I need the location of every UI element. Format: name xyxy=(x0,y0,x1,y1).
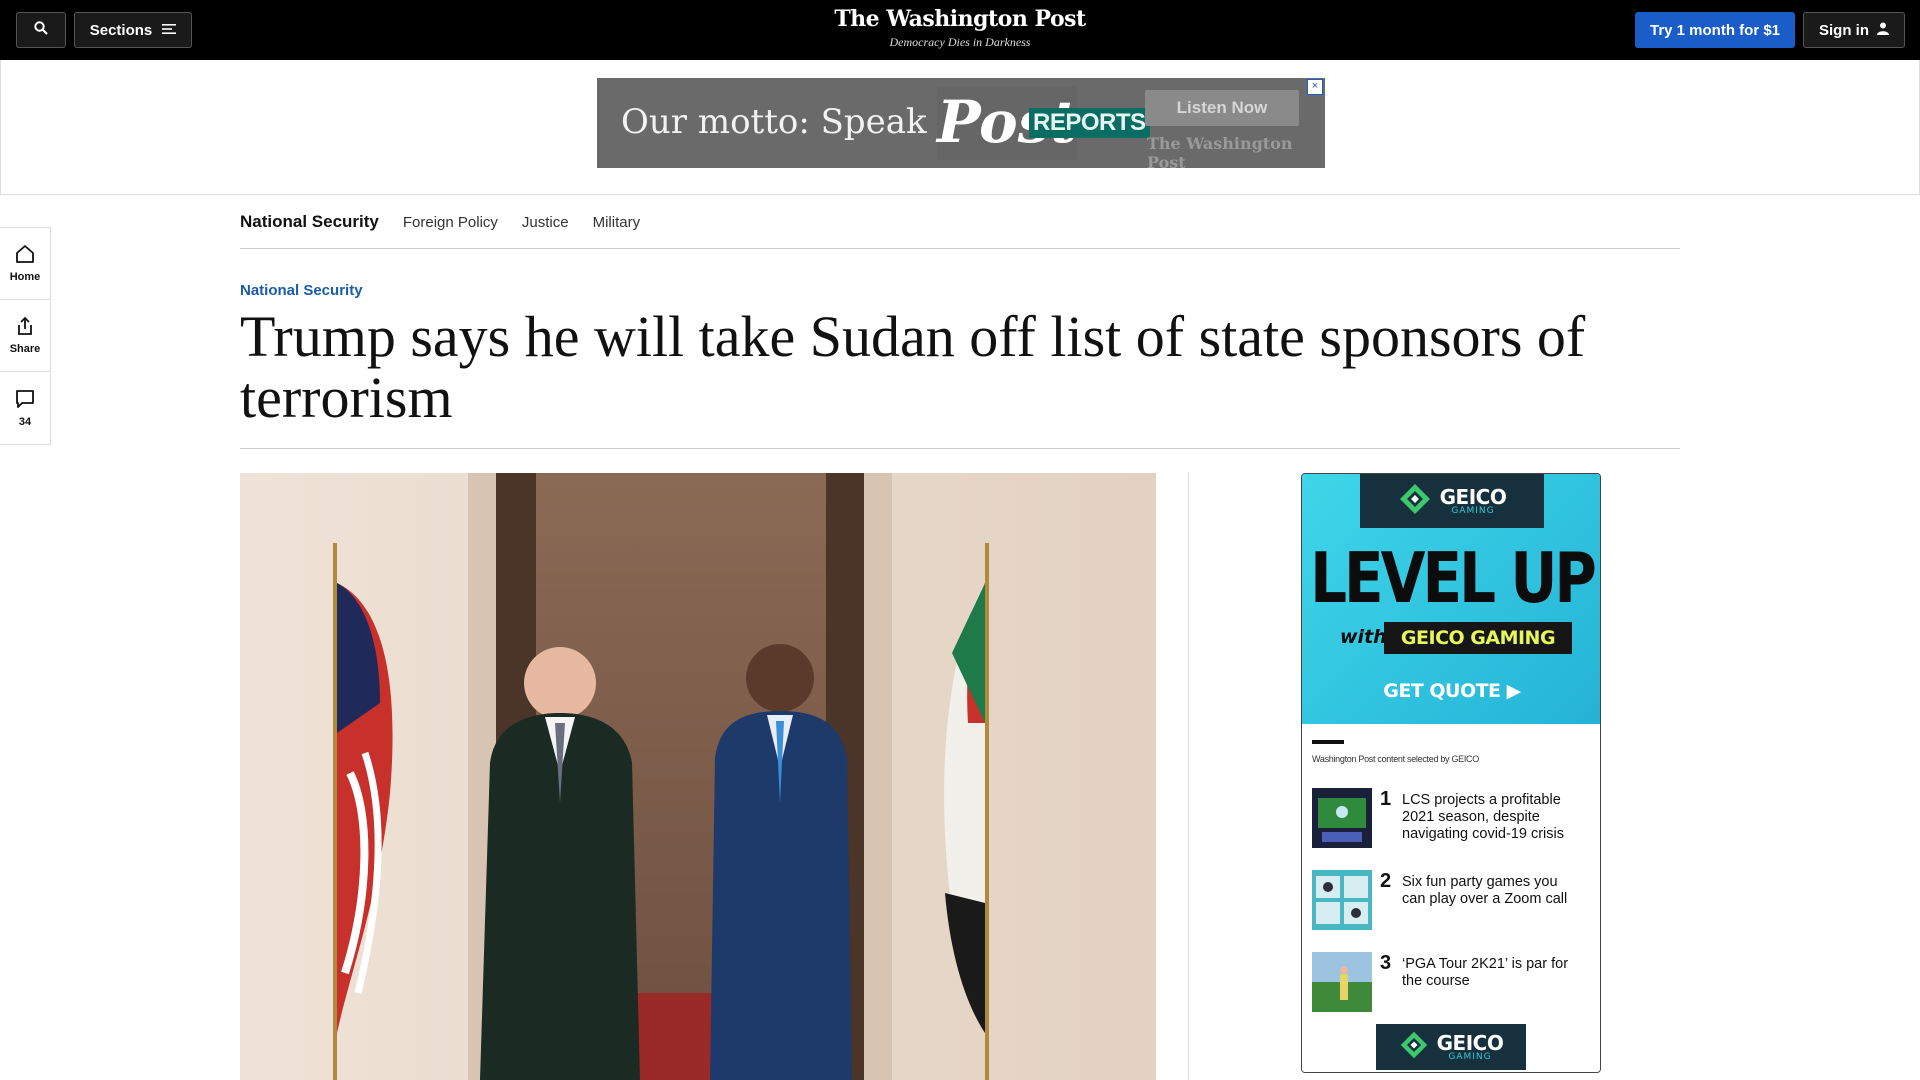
list-item-title: ‘PGA Tour 2K21’ is par for the course xyxy=(1402,956,1569,989)
top-navigation-bar: Sections The Washington Post Democracy D… xyxy=(0,0,1920,60)
comments-button[interactable]: 34 xyxy=(0,372,50,444)
geico-brand: GEICO GAMING xyxy=(1439,484,1507,516)
headline-divider xyxy=(240,448,1680,449)
article-headline: Trump says he will take Sudan off list o… xyxy=(240,304,1586,430)
level-up-title: LEVEL UP xyxy=(1310,537,1597,619)
list-item-thumbnail xyxy=(1312,870,1372,930)
geico-logo-icon xyxy=(1398,482,1432,521)
list-item-thumbnail xyxy=(1312,788,1372,848)
geico-footer-logo[interactable]: GEICO GAMING xyxy=(1376,1024,1526,1070)
search-button[interactable] xyxy=(16,12,66,48)
geico-logo-bar: GEICO GAMING xyxy=(1360,474,1544,528)
list-item-number: 3 xyxy=(1380,952,1392,974)
list-item-number: 1 xyxy=(1380,788,1392,810)
geico-gaming-label: GEICO GAMING xyxy=(1384,622,1572,654)
sections-label: Sections xyxy=(89,21,153,39)
article-lead-photo[interactable] xyxy=(240,473,1156,1080)
search-icon xyxy=(34,21,48,39)
home-label: Home xyxy=(9,271,41,283)
post-reports-banner-ad[interactable]: Our motto: Speak so Post REPORTS Listen … xyxy=(597,78,1325,168)
top-ad-band: Our motto: Speak so Post REPORTS Listen … xyxy=(0,60,1920,195)
section-nav: National Security Foreign Policy Justice… xyxy=(240,196,1680,249)
geico-sidebar-ad[interactable]: GEICO GAMING LEVEL UP with GEICO GAMING G… xyxy=(1301,473,1601,1073)
share-icon xyxy=(15,316,35,339)
list-divider xyxy=(1312,740,1344,744)
with-text: with xyxy=(1340,626,1387,648)
list-item-title: Six fun party games you can play over a … xyxy=(1402,874,1568,907)
list-item-thumbnail xyxy=(1312,952,1372,1012)
ad-brand-text: The Washington Post xyxy=(1147,134,1293,168)
comment-icon xyxy=(15,389,35,412)
list-item[interactable]: 2 Six fun party games you can play over … xyxy=(1312,870,1592,932)
get-quote-button[interactable]: GET QUOTE ▶ xyxy=(1302,680,1600,702)
geico-footer-brand: GEICO GAMING xyxy=(1436,1030,1504,1062)
section-nav-link-military[interactable]: Military xyxy=(593,214,641,231)
list-item-number: 2 xyxy=(1380,870,1392,892)
ad-motto-text: Our motto: Speak so xyxy=(621,102,976,142)
masthead-name: The Washington Post xyxy=(834,6,1086,32)
list-item-title: LCS projects a profitable 2021 season, d… xyxy=(1402,792,1564,842)
subscribe-button[interactable]: Try 1 month for $1 xyxy=(1635,12,1795,48)
sections-button[interactable]: Sections xyxy=(74,12,192,48)
home-button[interactable]: Home xyxy=(0,228,50,300)
article-kicker[interactable]: National Security xyxy=(240,282,363,299)
section-nav-title[interactable]: National Security xyxy=(240,212,379,232)
user-icon xyxy=(1877,22,1889,39)
comments-count: 34 xyxy=(18,415,32,428)
listen-now-button[interactable]: Listen Now xyxy=(1145,90,1299,126)
geico-content-list: Washington Post content selected by GEIC… xyxy=(1302,724,1600,1072)
section-nav-link-foreign-policy[interactable]: Foreign Policy xyxy=(403,214,498,231)
menu-icon xyxy=(162,22,177,39)
masthead-logo[interactable]: The Washington Post Democracy Dies in Da… xyxy=(760,6,1160,50)
close-icon[interactable]: × xyxy=(1307,79,1323,95)
column-divider xyxy=(1188,473,1189,1080)
selected-by-label: Washington Post content selected by GEIC… xyxy=(1312,754,1479,764)
list-item[interactable]: 3 ‘PGA Tour 2K21’ is par for the course xyxy=(1312,952,1592,1014)
geico-level-up-banner[interactable]: GEICO GAMING LEVEL UP with GEICO GAMING G… xyxy=(1302,474,1600,724)
masthead-motto: Democracy Dies in Darkness xyxy=(889,35,1031,49)
sign-in-label: Sign in xyxy=(1819,21,1869,39)
geico-logo-icon xyxy=(1399,1030,1429,1065)
share-button[interactable]: Share xyxy=(0,300,50,372)
sign-in-button[interactable]: Sign in xyxy=(1803,12,1905,48)
list-item[interactable]: 1 LCS projects a profitable 2021 season,… xyxy=(1312,788,1592,850)
left-action-rail: Home Share 34 xyxy=(0,227,51,445)
share-label: Share xyxy=(9,343,41,355)
section-nav-link-justice[interactable]: Justice xyxy=(522,214,569,231)
home-icon xyxy=(15,244,35,267)
reports-label: REPORTS xyxy=(1029,108,1150,138)
